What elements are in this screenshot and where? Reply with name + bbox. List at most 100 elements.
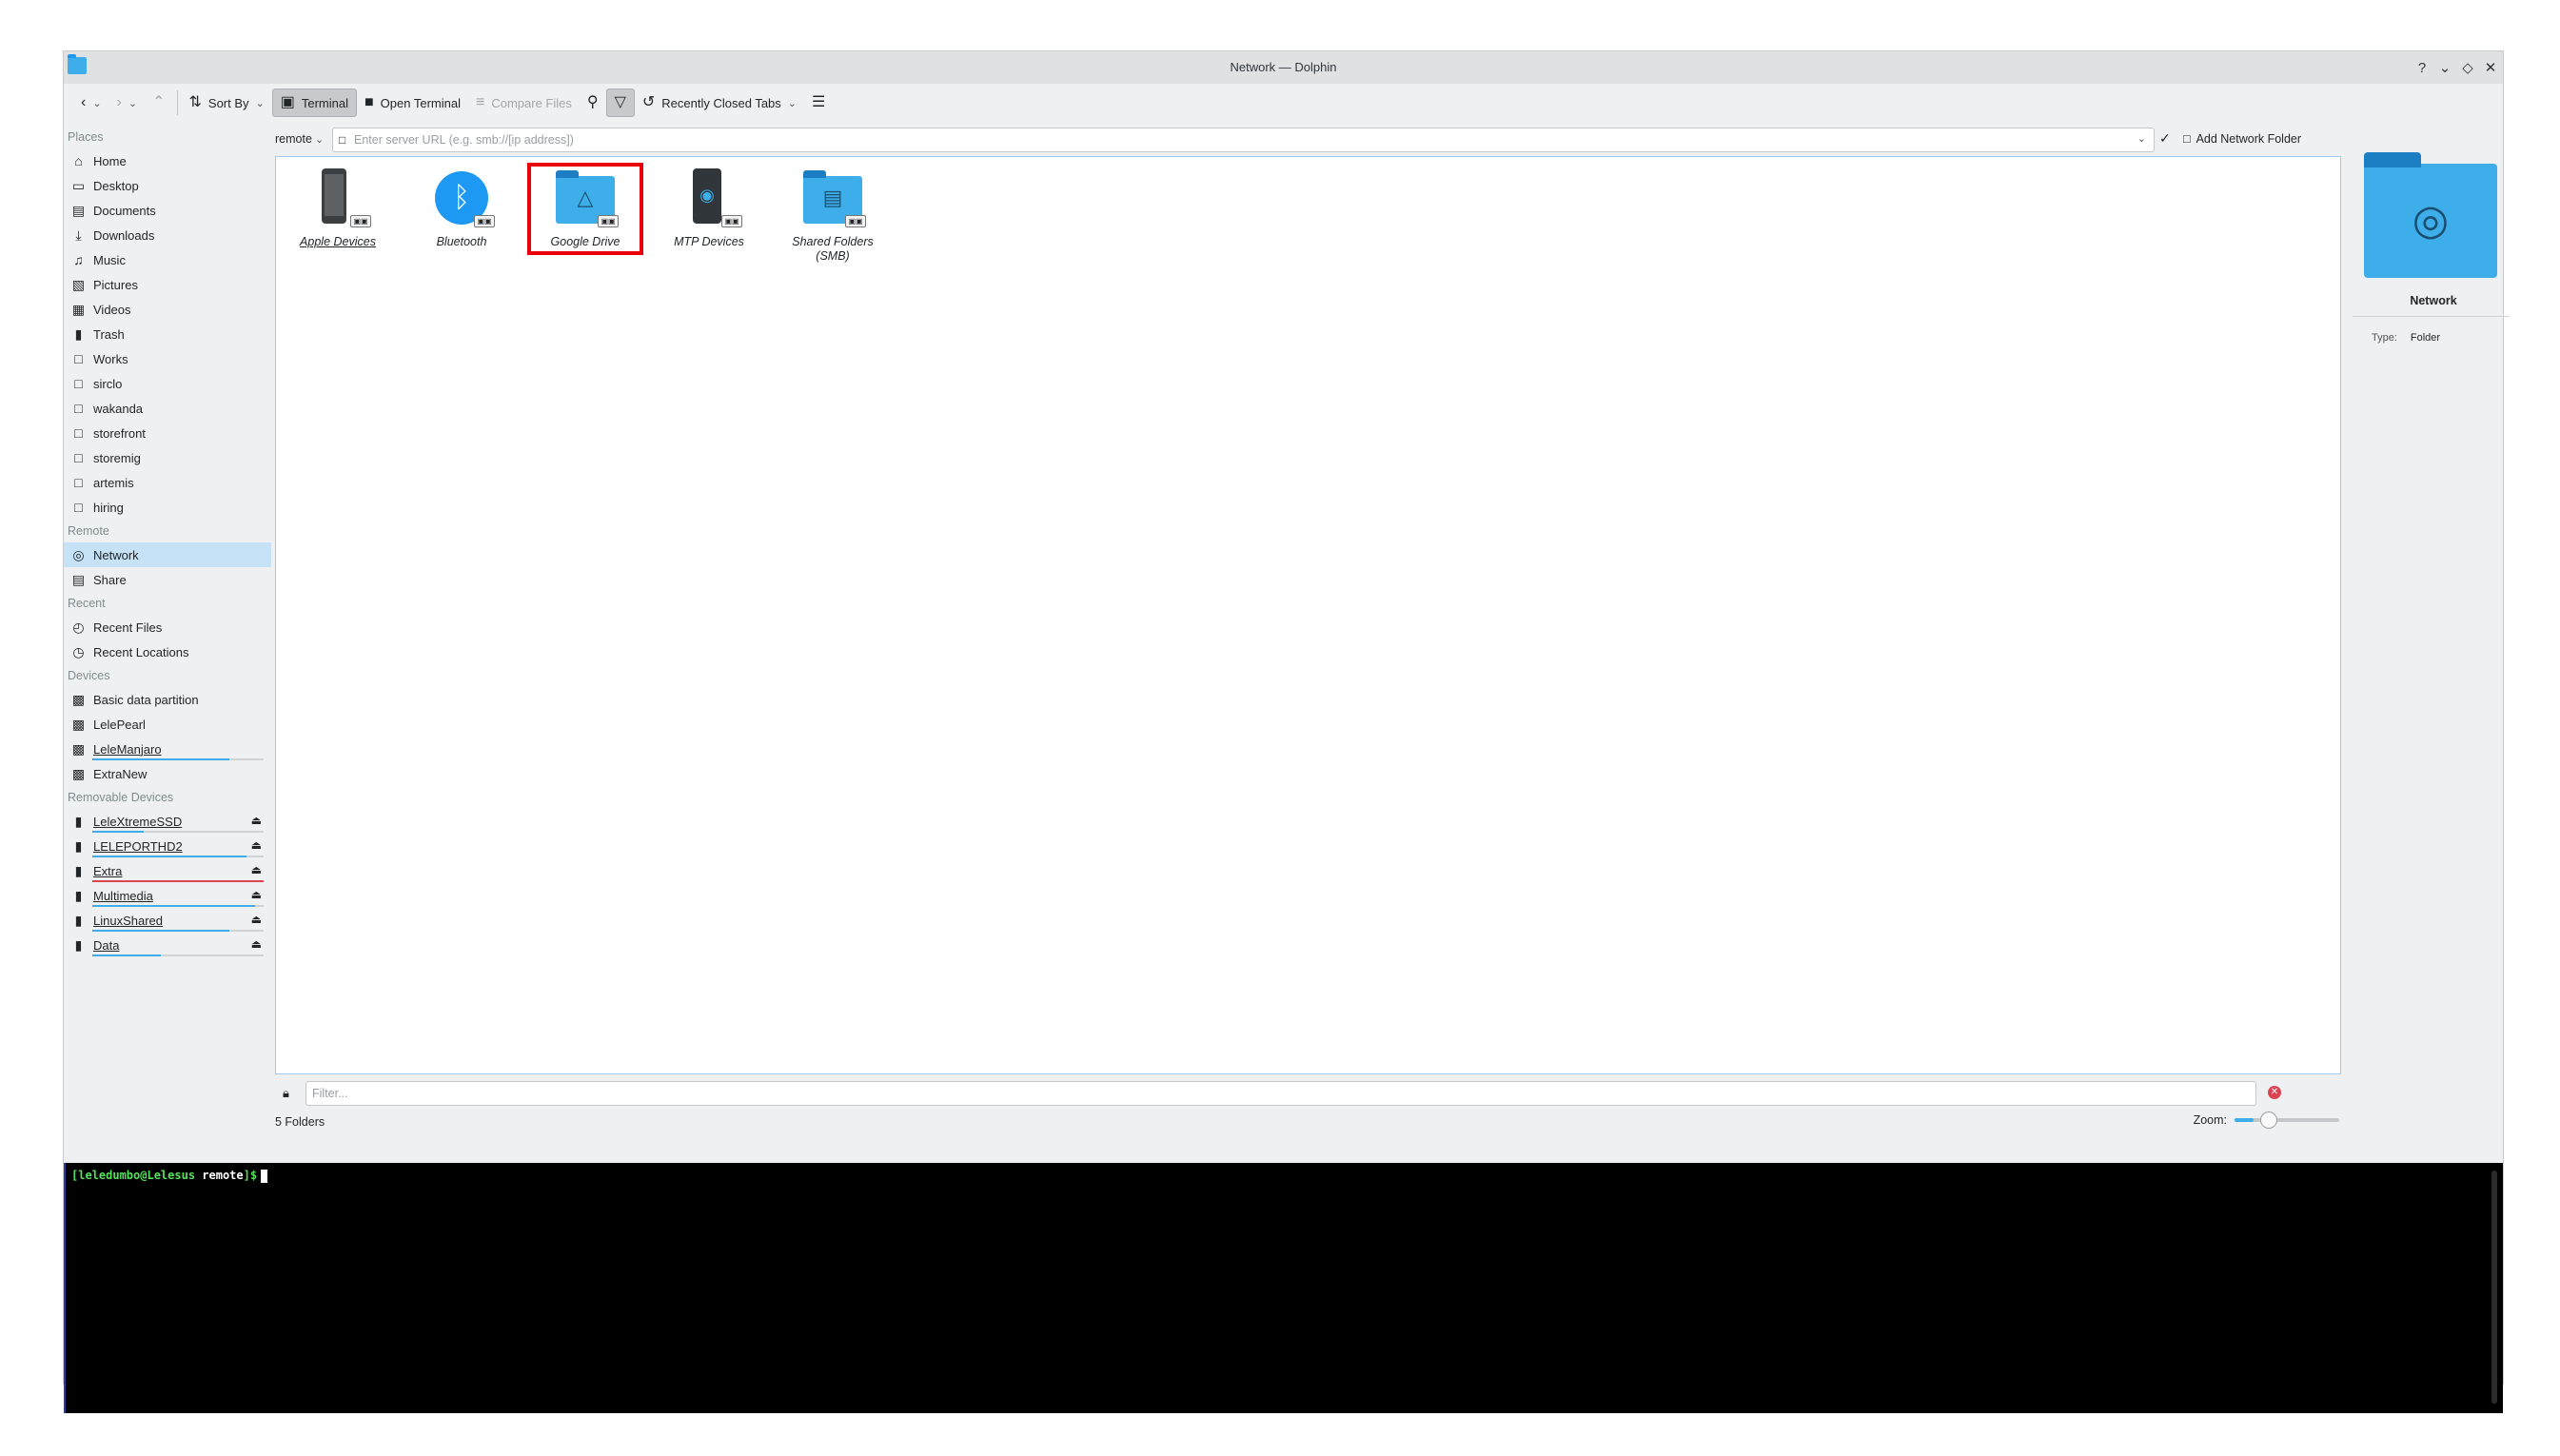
back-button[interactable]: ‹ ⌄ bbox=[73, 89, 109, 117]
sidebar-item-wakanda[interactable]: □ wakanda bbox=[64, 396, 271, 421]
compare-files-button[interactable]: ≡ Compare Files bbox=[468, 89, 580, 117]
sidebar-item-hiring[interactable]: □ hiring bbox=[64, 495, 271, 520]
folder-icon: □ bbox=[74, 424, 83, 441]
item-bluetooth[interactable]: ᛒ ▣▣ Bluetooth bbox=[409, 168, 514, 249]
file-view[interactable]: ▣▣ Apple Devices ᛒ ▣▣ Bluetooth △ ▣▣ Googl… bbox=[275, 156, 2341, 1074]
sidebar-item-removable[interactable]: ▮ LeleXtremeSSD ⏏ bbox=[64, 809, 271, 834]
information-panel: ◎ Network Type: Folder bbox=[2353, 152, 2510, 442]
sidebar-item-lelepearl[interactable]: ▩ LelePearl bbox=[64, 712, 271, 737]
sidebar-item-label: Pictures bbox=[93, 277, 138, 292]
sidebar-item-storemig[interactable]: □ storemig bbox=[64, 445, 271, 470]
forward-button[interactable]: › ⌄ bbox=[109, 89, 146, 117]
status-bar: 5 Folders Zoom: bbox=[275, 1110, 2341, 1134]
sidebar-item-removable[interactable]: ▮ Data ⏏ bbox=[64, 933, 271, 957]
recent-document-icon: ◴ bbox=[72, 619, 85, 635]
zoom-slider[interactable] bbox=[2235, 1112, 2339, 1129]
eject-icon[interactable]: ⏏ bbox=[251, 814, 262, 827]
arrow-up-icon: ⌃ bbox=[152, 94, 166, 110]
recently-closed-tabs-button[interactable]: ↺ Recently Closed Tabs ⌄ bbox=[635, 89, 804, 117]
sidebar-item-desktop[interactable]: ▭ Desktop bbox=[64, 173, 271, 198]
sidebar-item-label: storemig bbox=[93, 450, 141, 465]
search-button[interactable]: ⚲ bbox=[580, 89, 606, 117]
sidebar-item-works[interactable]: □ Works bbox=[64, 346, 271, 371]
open-terminal-label: Open Terminal bbox=[380, 95, 461, 110]
sidebar-item-recent-files[interactable]: ◴ Recent Files bbox=[64, 615, 271, 639]
sidebar-item-home[interactable]: ⌂ Home bbox=[64, 148, 271, 173]
checkmark-icon[interactable]: ✓ bbox=[2159, 130, 2171, 147]
zoom-control: Zoom: bbox=[2193, 1112, 2339, 1129]
sidebar-item-removable[interactable]: ▮ Multimedia ⏏ bbox=[64, 883, 271, 908]
lock-icon[interactable]: 🔒︎ bbox=[283, 1086, 289, 1101]
sidebar-item-removable[interactable]: ▮ LELEPORTHD2 ⏏ bbox=[64, 834, 271, 858]
terminal-scrollbar[interactable] bbox=[2491, 1171, 2497, 1404]
eject-icon[interactable]: ⏏ bbox=[251, 838, 262, 852]
toolbar-separator bbox=[176, 90, 178, 115]
sidebar-item-label: Downloads bbox=[93, 227, 155, 243]
trash-icon: ▮ bbox=[74, 325, 83, 342]
globe-icon: ◎ bbox=[2412, 197, 2450, 244]
maximize-icon[interactable]: ◇ bbox=[2461, 59, 2474, 76]
sidebar-item-music[interactable]: ♫ Music bbox=[64, 247, 271, 272]
sidebar-item-lelemanjaro[interactable]: ▩ LeleManjaro bbox=[64, 737, 271, 761]
document-icon: ▤ bbox=[71, 202, 86, 218]
item-apple-devices[interactable]: ▣▣ Apple Devices bbox=[286, 168, 390, 249]
open-terminal-button[interactable]: ■ Open Terminal bbox=[357, 89, 468, 117]
sidebar-item-label: Documents bbox=[93, 203, 156, 218]
sidebar-item-documents[interactable]: ▤ Documents bbox=[64, 198, 271, 223]
info-type-value: Folder bbox=[2410, 332, 2441, 344]
item-mtp-devices[interactable]: ▣▣ MTP Devices bbox=[657, 168, 761, 249]
title-bar: Network — Dolphin ? ⌄ ◇ ✕ bbox=[64, 51, 2503, 84]
filter-input[interactable]: Filter... bbox=[305, 1081, 2256, 1106]
sidebar-item-storefront[interactable]: □ storefront bbox=[64, 421, 271, 445]
eject-icon[interactable]: ⏏ bbox=[251, 937, 262, 951]
hamburger-menu-button[interactable]: ☰ bbox=[804, 89, 833, 117]
server-url-input[interactable]: □ Enter server URL (e.g. smb://[ip addre… bbox=[332, 128, 2155, 152]
usb-drive-icon: ▮ bbox=[74, 912, 83, 928]
console-icon: ■ bbox=[364, 94, 374, 110]
filter-toggle-button[interactable]: ▽ bbox=[605, 89, 635, 117]
add-network-folder-button[interactable]: □ Add Network Folder bbox=[2183, 132, 2301, 146]
info-type-label: Type: bbox=[2372, 332, 2397, 344]
sidebar-item-removable[interactable]: ▮ LinuxShared ⏏ bbox=[64, 908, 271, 933]
usage-bar bbox=[92, 905, 264, 907]
location-bar: remote ⌄ □ Enter server URL (e.g. smb://… bbox=[275, 128, 2497, 152]
sidebar-item-pictures[interactable]: ▧ Pictures bbox=[64, 272, 271, 297]
help-icon[interactable]: ? bbox=[2415, 60, 2429, 76]
sidebar-item-label: Network bbox=[93, 547, 139, 562]
item-shared-folders-smb[interactable]: ▤ ▣▣ Shared Folders (SMB) bbox=[780, 168, 885, 264]
chevron-down-icon: ⌄ bbox=[255, 97, 265, 109]
item-google-drive[interactable]: △ ▣▣ Google Drive bbox=[527, 163, 643, 255]
remote-section-title: Remote bbox=[68, 524, 109, 538]
sidebar-item-trash[interactable]: ▮ Trash bbox=[64, 322, 271, 346]
sidebar-item-label: LinuxShared bbox=[93, 913, 163, 928]
sidebar-item-network[interactable]: ◎ Network bbox=[64, 542, 271, 567]
zoom-slider-handle[interactable] bbox=[2259, 1112, 2277, 1129]
sidebar-item-removable[interactable]: ▮ Extra ⏏ bbox=[64, 858, 271, 883]
sidebar-item-videos[interactable]: ▦ Videos bbox=[64, 297, 271, 322]
media-player-icon: ▣▣ bbox=[679, 168, 742, 227]
chevron-down-icon[interactable]: ⌄ bbox=[2137, 132, 2146, 145]
sidebar-item-downloads[interactable]: ⤓ Downloads bbox=[64, 223, 271, 247]
location-prefix[interactable]: remote ⌄ bbox=[275, 132, 324, 146]
info-divider bbox=[2353, 316, 2510, 317]
sidebar-item-extranew[interactable]: ▩ ExtraNew bbox=[64, 761, 271, 786]
sort-by-button[interactable]: ⇅ Sort By ⌄ bbox=[182, 89, 272, 117]
item-label: Apple Devices bbox=[300, 235, 376, 248]
terminal-toggle-button[interactable]: ▣ Terminal bbox=[271, 89, 357, 117]
eject-icon[interactable]: ⏏ bbox=[251, 863, 262, 876]
zoom-label: Zoom: bbox=[2193, 1113, 2227, 1127]
terminal-panel[interactable]: [leledumbo@Lelesus remote]$ bbox=[64, 1163, 2503, 1413]
minimize-icon[interactable]: ⌄ bbox=[2438, 59, 2452, 76]
eject-icon[interactable]: ⏏ bbox=[251, 913, 262, 926]
eject-icon[interactable]: ⏏ bbox=[251, 888, 262, 901]
sidebar-item-artemis[interactable]: □ artemis bbox=[64, 470, 271, 495]
usb-drive-icon: ▮ bbox=[74, 837, 83, 854]
up-button[interactable]: ⌃ bbox=[145, 89, 172, 117]
clear-filter-icon[interactable]: ✕ bbox=[2268, 1086, 2281, 1099]
close-icon[interactable]: ✕ bbox=[2484, 59, 2497, 76]
sidebar-item-basic-data-partition[interactable]: ▩ Basic data partition bbox=[64, 687, 271, 712]
sidebar-item-sirclo[interactable]: □ sirclo bbox=[64, 371, 271, 396]
sidebar-item-share[interactable]: ▤ Share bbox=[64, 567, 271, 592]
folder-icon: □ bbox=[74, 375, 83, 391]
sidebar-item-recent-locations[interactable]: ◷ Recent Locations bbox=[64, 639, 271, 664]
